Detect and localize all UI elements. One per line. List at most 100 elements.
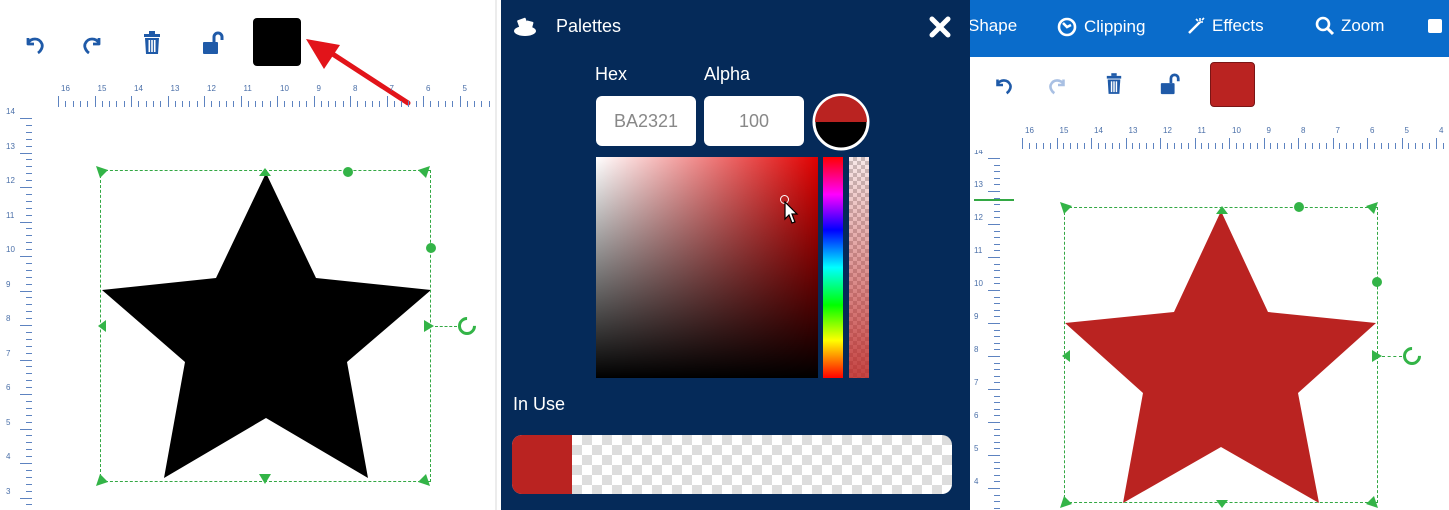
handle-dot-top[interactable] xyxy=(1294,202,1304,212)
ruler-tick xyxy=(994,415,1000,417)
ruler-tick xyxy=(1104,143,1106,149)
vertical-ruler: 14 13 12 11 10 9 8 7 6 5 4 3 xyxy=(6,108,32,510)
close-icon[interactable] xyxy=(928,15,952,39)
ruler-tick xyxy=(225,101,227,107)
ruler-tick xyxy=(58,96,59,107)
ruler-tick xyxy=(994,303,1000,305)
undo-icon[interactable] xyxy=(990,72,1016,98)
ruler-tick xyxy=(1394,143,1396,149)
ruler-tick xyxy=(174,101,176,107)
trash-icon[interactable] xyxy=(140,30,164,56)
ruler-tick xyxy=(20,428,32,430)
vertical-ruler: 14 13 12 11 10 9 8 7 6 5 4 xyxy=(974,150,1000,510)
trash-icon[interactable] xyxy=(1103,72,1125,96)
ruler-number: 9 xyxy=(974,312,979,321)
ruler-tick xyxy=(988,290,1000,291)
menu-zoom[interactable]: Zoom xyxy=(1315,16,1384,36)
ruler-tick xyxy=(26,504,32,506)
ruler-tick xyxy=(26,476,32,478)
ruler-tick xyxy=(26,249,32,251)
ruler-tick xyxy=(1201,143,1203,149)
menu-shape[interactable]: Shape xyxy=(970,16,1017,36)
ruler-tick xyxy=(1077,143,1079,149)
ruler-tick xyxy=(26,269,32,271)
ruler-tick xyxy=(1401,138,1403,149)
ruler-tick xyxy=(1277,143,1279,149)
ruler-tick xyxy=(1408,143,1410,149)
ruler-tick xyxy=(1222,143,1224,149)
selection-handles[interactable] xyxy=(94,164,444,489)
hex-input[interactable]: BA2321 xyxy=(596,96,696,146)
menu-clipping[interactable]: Clipping xyxy=(1056,16,1145,38)
ruler-tick xyxy=(994,164,1000,166)
ruler-number: 16 xyxy=(61,84,70,93)
ruler-tick xyxy=(1373,143,1375,149)
rotate-icon[interactable] xyxy=(1399,343,1425,369)
rotate-icon[interactable] xyxy=(454,313,480,339)
in-use-swatch[interactable] xyxy=(512,435,572,494)
redo-icon[interactable] xyxy=(79,30,107,58)
undo-icon[interactable] xyxy=(20,30,48,58)
ruler-tick xyxy=(350,96,351,107)
ruler-tick xyxy=(994,395,1000,397)
alpha-input[interactable]: 100 xyxy=(704,96,804,146)
ruler-tick xyxy=(298,101,300,107)
selection-handles[interactable] xyxy=(1058,200,1383,510)
ruler-tick xyxy=(26,483,32,485)
menu-more[interactable] xyxy=(1425,16,1445,36)
ruler-tick xyxy=(1318,143,1320,149)
ruler-tick xyxy=(26,193,32,195)
ruler-tick xyxy=(988,191,1000,192)
ruler-tick xyxy=(189,101,191,107)
panel-title: Palettes xyxy=(556,16,622,36)
ruler-tick xyxy=(1298,138,1299,149)
ruler-tick xyxy=(371,101,373,107)
ruler-number: 13 xyxy=(1128,126,1138,135)
rotate-connector xyxy=(435,326,457,327)
unlock-icon[interactable] xyxy=(200,30,226,56)
ruler-tick xyxy=(26,435,32,437)
guide-line xyxy=(974,199,1014,201)
ruler-tick xyxy=(26,131,32,133)
ruler-tick xyxy=(1229,138,1230,149)
ruler-tick xyxy=(20,152,32,154)
ruler-tick xyxy=(1235,143,1237,149)
alpha-slider[interactable] xyxy=(849,157,869,378)
handle-dot-side[interactable] xyxy=(426,243,436,253)
ruler-tick xyxy=(994,316,1000,318)
hue-slider[interactable] xyxy=(823,157,843,378)
divider xyxy=(495,0,497,510)
ruler-tick xyxy=(994,402,1000,404)
ruler-number: 6 xyxy=(426,84,431,93)
handle-dot-top[interactable] xyxy=(343,167,353,177)
ruler-number: 13 xyxy=(974,180,983,189)
rotate-connector xyxy=(1382,356,1402,357)
handle-dot-side[interactable] xyxy=(1372,277,1382,287)
fill-color-swatch[interactable] xyxy=(253,18,301,66)
ruler-tick xyxy=(1028,143,1030,149)
ruler-number: 10 xyxy=(974,279,983,288)
ruler-number: 7 xyxy=(6,348,11,358)
ruler-tick xyxy=(26,352,32,354)
unlock-icon[interactable] xyxy=(1158,72,1182,96)
ruler-tick xyxy=(20,394,32,395)
redo-icon[interactable] xyxy=(1045,72,1071,98)
ruler-tick xyxy=(393,101,395,107)
palette-icon xyxy=(514,17,536,36)
left-editor-pane: 16 15 14 13 12 11 10 9 8 7 6 5 14 13 12 11 10 9 8 7 6 5 4 3 xyxy=(0,0,495,510)
ruler-number: 7 xyxy=(389,84,394,93)
ruler-tick xyxy=(994,263,1000,265)
ruler-tick xyxy=(20,221,32,223)
ruler-tick xyxy=(1097,143,1099,149)
fill-color-swatch[interactable] xyxy=(1210,62,1255,107)
color-picker-square[interactable] xyxy=(596,157,818,378)
ruler-tick xyxy=(26,456,32,458)
ruler-tick xyxy=(1042,143,1044,149)
ruler-number: 13 xyxy=(6,141,15,151)
ruler-tick xyxy=(988,488,1000,489)
ruler-tick xyxy=(211,101,213,107)
ruler-tick xyxy=(26,173,32,175)
menu-effects[interactable]: Effects xyxy=(1186,16,1264,36)
ruler-tick xyxy=(26,200,32,202)
ruler-number: 12 xyxy=(6,176,15,185)
